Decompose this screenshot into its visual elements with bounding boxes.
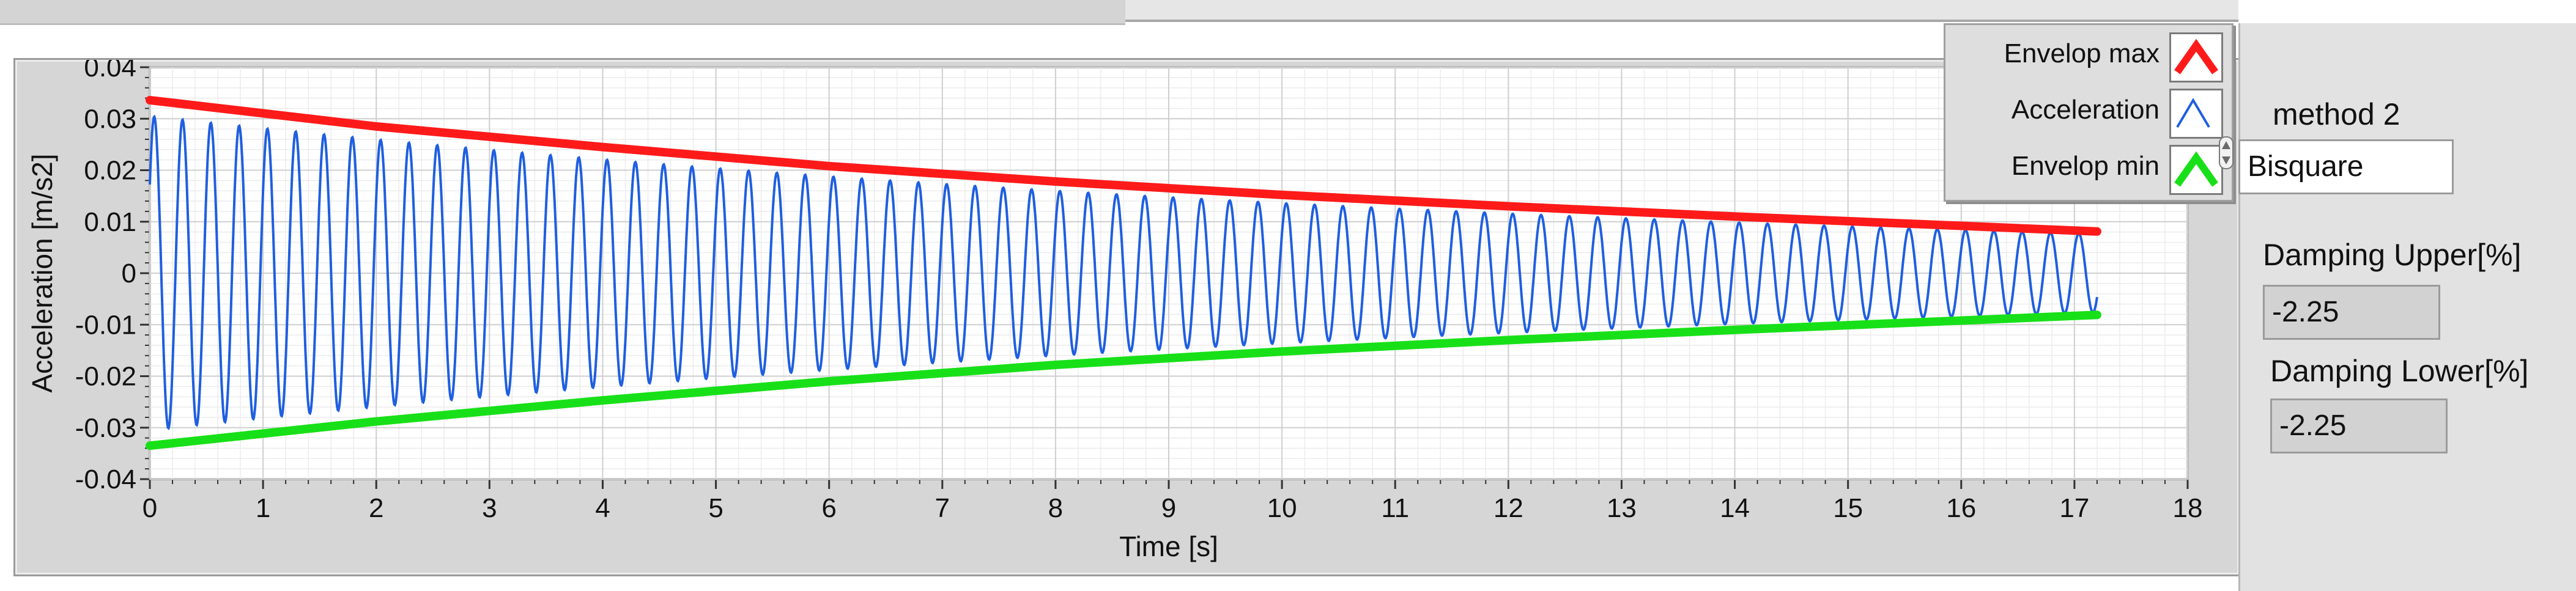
x-tick-label: 17 (2059, 493, 2089, 523)
damping-upper-label: Damping Upper[%] (2263, 238, 2522, 272)
method-value: Bisquare (2248, 150, 2364, 183)
plot-area[interactable]: 0.04 0.03 0.02 0.01 0 -0.01 -0.02 -0.03 -0.04 0 1… (15, 60, 2239, 574)
y-axis-ticks: 0.04 0.03 0.02 0.01 0 -0.01 -0.02 -0.03 -0.04 (75, 60, 150, 494)
damping-lower-value: -2.25 (2279, 409, 2347, 442)
waveform-graph[interactable]: 0.04 0.03 0.02 0.01 0 -0.01 -0.02 -0.03 -0.04 0 1… (13, 58, 2241, 576)
x-tick-label: 11 (1381, 493, 1409, 523)
x-axis-label: Time [s] (1119, 530, 1218, 562)
legend-label: Envelop max (2004, 39, 2160, 68)
y-tick-label: -0.04 (75, 464, 136, 494)
x-tick-label: 0 (142, 493, 157, 523)
top-toolbar-strip (0, 0, 1125, 25)
x-tick-label: 4 (595, 493, 610, 523)
y-tick-label: 0 (122, 259, 136, 288)
x-tick-label: 14 (1720, 493, 1750, 523)
y-tick-label: 0.04 (84, 60, 136, 83)
method-dropdown[interactable]: Bisquare (2238, 139, 2454, 194)
y-tick-label: -0.02 (75, 362, 136, 392)
x-tick-label: 18 (2173, 493, 2203, 523)
y-tick-label: 0.03 (84, 104, 136, 134)
damping-upper-value: -2.25 (2272, 296, 2339, 328)
blue-line-swatch-icon[interactable] (2169, 89, 2223, 139)
x-tick-label: 12 (1493, 493, 1523, 523)
red-line-swatch-icon[interactable] (2169, 32, 2223, 83)
graph-panel: 0.04 0.03 0.02 0.01 0 -0.01 -0.02 -0.03 -0.04 0 1… (0, 0, 2576, 591)
x-tick-label: 2 (369, 493, 383, 523)
legend-item-acceleration[interactable]: Acceleration (1945, 85, 2232, 142)
x-tick-label: 6 (821, 493, 836, 523)
legend-label: Acceleration (2011, 95, 2160, 125)
x-tick-label: 7 (935, 493, 950, 523)
y-tick-label: -0.01 (75, 310, 136, 340)
x-tick-label: 5 (708, 493, 723, 523)
x-tick-label: 8 (1048, 493, 1063, 523)
legend-label: Envelop min (2011, 151, 2160, 181)
x-tick-label: 9 (1161, 493, 1176, 523)
legend-item-envelop-max[interactable]: Envelop max (1945, 29, 2232, 86)
y-tick-label: 0.01 (84, 207, 136, 237)
method-label: method 2 (2273, 97, 2400, 131)
plot-legend[interactable]: Envelop max Acceleration Envelop min (1944, 23, 2234, 202)
y-tick-label: 0.02 (84, 156, 136, 186)
x-tick-label: 13 (1607, 493, 1637, 523)
x-axis-ticks: 0 1 2 3 4 5 6 7 8 9 10 11 12 13 14 15 16 17 18 (142, 479, 2203, 523)
legend-item-envelop-min[interactable]: Envelop min (1945, 141, 2232, 199)
damping-lower-indicator: -2.25 (2270, 398, 2448, 453)
ring-selector-arrows-icon[interactable] (2218, 136, 2234, 170)
damping-upper-indicator: -2.25 (2263, 285, 2440, 340)
y-tick-label: -0.03 (75, 413, 136, 443)
green-line-swatch-icon[interactable] (2169, 145, 2223, 195)
x-tick-label: 1 (256, 493, 270, 523)
x-tick-label: 10 (1267, 493, 1297, 523)
x-tick-label: 16 (1946, 493, 1976, 523)
y-axis-label: Acceleration [m/s2] (26, 153, 58, 392)
damping-lower-label: Damping Lower[%] (2270, 354, 2529, 388)
x-tick-label: 15 (1833, 493, 1863, 523)
x-tick-label: 3 (482, 493, 497, 523)
top-divider-strip (1125, 0, 2238, 22)
